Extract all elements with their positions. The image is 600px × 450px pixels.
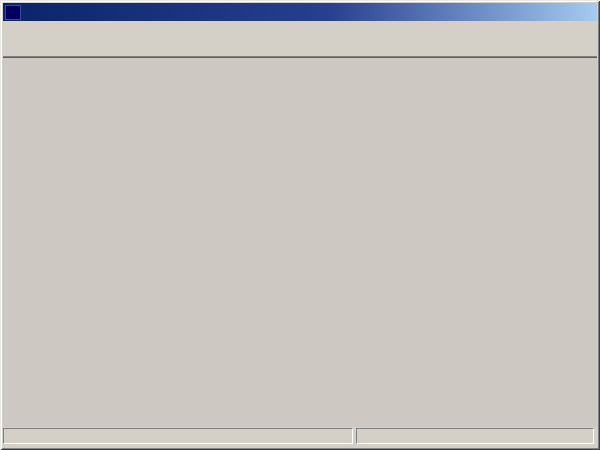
waterfall-plot-canvas[interactable] [3, 79, 597, 427]
status-message [3, 428, 353, 444]
application-window [0, 0, 600, 450]
chart-area [3, 57, 597, 427]
menu-bar [3, 21, 597, 34]
status-bar [3, 428, 597, 444]
status-secondary [356, 428, 594, 444]
toolbar [3, 34, 597, 57]
app-icon [5, 4, 21, 20]
title-bar[interactable] [3, 3, 597, 21]
